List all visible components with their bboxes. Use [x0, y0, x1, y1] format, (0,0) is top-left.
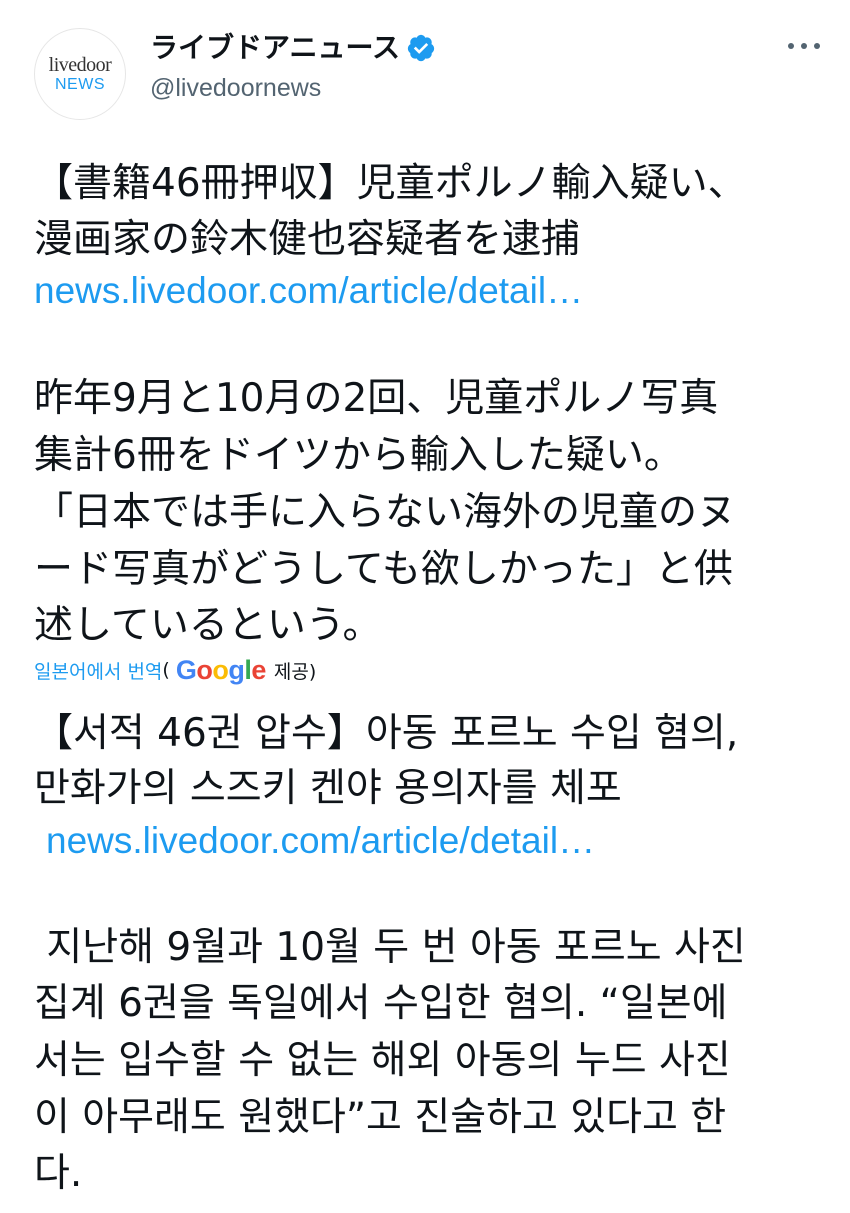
avatar-logo-text: livedoor: [48, 54, 112, 76]
paren-open: (: [162, 659, 170, 681]
google-letter: G: [175, 654, 197, 685]
google-letter: o: [196, 654, 213, 685]
verified-badge-icon: [407, 34, 435, 62]
original-body-line-1: 昨年9月と10月の2回、児童ポルノ写真: [34, 376, 719, 421]
avatar-logo-subtext: NEWS: [55, 76, 105, 93]
original-body-line-5: 述しているという。: [34, 603, 382, 648]
original-headline-line-2: 漫画家の鈴木健也容疑者を逮捕: [34, 217, 581, 262]
account-name-row: ライブドアニュース: [150, 30, 436, 66]
translated-from-label[interactable]: 일본어에서 번역: [34, 657, 162, 684]
avatar[interactable]: livedoor NEWS: [34, 28, 126, 120]
translated-body-line-3: 서는 입수할 수 없는 해외 아동의 누드 사진: [34, 1038, 731, 1083]
original-article-link[interactable]: news.livedoor.com/article/detail…: [34, 263, 583, 319]
provided-by-label: 제공): [273, 660, 317, 683]
translated-body-line-5: 다.: [34, 1151, 83, 1196]
translated-headline-line-1: 【서적 46권 압수】아동 포르노 수입 혐의,: [34, 711, 739, 756]
more-options-icon[interactable]: [788, 36, 820, 56]
original-body-line-4: ード写真がどうしても欲しかった」と供: [34, 547, 733, 592]
original-body-line-2: 集計6冊をドイツから輸入した疑い。: [34, 433, 683, 478]
google-letter: e: [251, 654, 266, 685]
original-body-line-3: 「日本では手に入らない海外の児童のヌ: [34, 490, 737, 535]
more-dot: [801, 43, 807, 49]
translated-body-line-1: 지난해 9월과 10월 두 번 아동 포르노 사진: [34, 925, 746, 970]
more-dot: [788, 43, 794, 49]
translated-body-line-4: 이 아무래도 원했다”고 진술하고 있다고 한: [34, 1095, 727, 1140]
google-letter: g: [228, 654, 245, 685]
google-letter: o: [212, 654, 229, 685]
original-headline-line-1: 【書籍46冊押収】児童ポルノ輸入疑い、: [34, 161, 747, 206]
translated-body-line-2: 집계 6권을 독일에서 수입한 혐의. “일본에: [34, 981, 728, 1026]
more-dot: [814, 43, 820, 49]
translated-headline-line-2: 만화가의 스즈키 켄야 용의자를 체포: [34, 766, 622, 811]
google-logo: Google: [175, 654, 267, 686]
display-name[interactable]: ライブドアニュース: [150, 30, 400, 66]
translated-article-link[interactable]: news.livedoor.com/article/detail…: [46, 813, 595, 869]
translation-attribution: 일본어에서 번역 ( Google 제공): [34, 652, 316, 688]
account-handle[interactable]: @livedoornews: [150, 72, 321, 104]
